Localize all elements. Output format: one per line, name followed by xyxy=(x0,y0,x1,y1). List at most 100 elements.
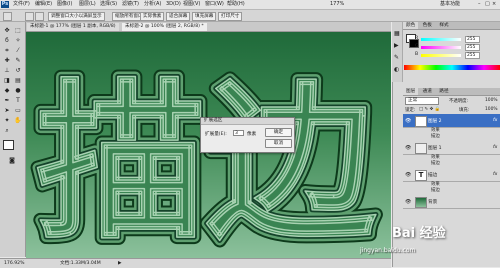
actual-pixels-button[interactable]: 实际像素 xyxy=(140,12,165,21)
menu-analysis[interactable]: 分析(A) xyxy=(144,1,161,8)
blur-tool-icon[interactable]: ◆ xyxy=(2,86,12,95)
g-value[interactable]: 255 xyxy=(465,44,480,51)
r-label: R xyxy=(415,36,419,41)
zoom-in-icon[interactable] xyxy=(25,12,34,21)
fx-badge[interactable]: fx xyxy=(493,172,497,177)
menu-window[interactable]: 窗口(W) xyxy=(205,1,224,8)
stroke-effect-row[interactable]: 描边 xyxy=(403,188,500,194)
dodge-tool-icon[interactable]: ● xyxy=(13,86,23,95)
opacity-value[interactable]: 100% xyxy=(485,98,498,103)
type-layer-thumbnail-icon: T xyxy=(415,170,427,181)
layer-thumbnail xyxy=(415,143,427,154)
panel-icon-strip: ▦ ▶ ✎ ◐ xyxy=(392,22,403,82)
workspace-switcher[interactable]: 基本功能 xyxy=(440,1,460,8)
close-icon[interactable]: × xyxy=(492,1,496,8)
g-slider[interactable] xyxy=(421,46,461,49)
magic-wand-icon[interactable]: ✧ xyxy=(13,36,23,45)
eye-icon[interactable]: 👁 xyxy=(405,145,411,151)
cancel-button[interactable]: 取消 xyxy=(265,139,292,148)
layer-row[interactable]: 👁 图层 2 fx xyxy=(403,114,500,128)
menu-select[interactable]: 选择(S) xyxy=(100,1,117,8)
color-spectrum[interactable] xyxy=(404,65,500,70)
zoom-tool-icon[interactable] xyxy=(3,12,12,21)
menu-help[interactable]: 帮助(H) xyxy=(227,1,245,8)
color-panel-header: 颜色 色板 样式 xyxy=(403,22,500,30)
restore-icon[interactable]: □ xyxy=(485,1,490,8)
tab-paths[interactable]: 路径 xyxy=(436,88,451,95)
expand-amount-label: 扩展量(E): xyxy=(205,132,227,137)
quick-mask-icon[interactable]: ◙ xyxy=(7,156,17,165)
zoom-out-icon[interactable] xyxy=(35,12,44,21)
pen-tool-icon[interactable]: ✒ xyxy=(2,96,12,105)
stroke-effect-label: 描边 xyxy=(431,134,440,139)
resize-windows-checkbox[interactable]: 调整窗口大小以满屏显示 xyxy=(48,12,105,21)
menu-3d[interactable]: 3D(D) xyxy=(166,1,181,8)
fill-screen-button[interactable]: 填充屏幕 xyxy=(192,12,217,21)
minimize-icon[interactable]: – xyxy=(478,1,481,8)
tab-document-1[interactable]: 未标题-1 @ 177% (图层 1 副本, RGB/8) xyxy=(27,23,119,31)
opacity-label: 不透明度: xyxy=(449,99,469,104)
lock-icons[interactable]: □ ✎ ✥ 🔒 xyxy=(419,107,440,112)
eyedropper-icon[interactable]: ⁄ xyxy=(13,46,23,55)
eraser-tool-icon[interactable]: ◨ xyxy=(2,76,12,85)
foreground-color-swatch[interactable] xyxy=(3,140,14,150)
move-tool-icon[interactable]: ✥ xyxy=(2,26,12,35)
b-slider[interactable] xyxy=(421,54,461,57)
layer-row[interactable]: 👁 图层 1 fx xyxy=(403,141,500,155)
eye-icon[interactable]: 👁 xyxy=(405,118,411,124)
hand-tool-icon[interactable]: ✋ xyxy=(13,116,23,125)
path-selection-icon[interactable]: ➤ xyxy=(2,106,12,115)
gradient-tool-icon[interactable]: ▤ xyxy=(13,76,23,85)
tab-color[interactable]: 颜色 xyxy=(403,22,419,29)
eye-icon[interactable]: 👁 xyxy=(405,172,411,178)
lock-label: 锁定: xyxy=(405,108,416,113)
zoom-tool-icon-sidebar[interactable]: ⌕ xyxy=(2,126,12,135)
marquee-tool-icon[interactable]: ⬚ xyxy=(13,26,23,35)
tab-layers[interactable]: 图层 xyxy=(403,88,419,95)
adjustments-panel-icon[interactable]: ◐ xyxy=(394,66,399,73)
layer-row[interactable]: 👁 T 描边 fx xyxy=(403,168,500,182)
3d-tool-icon[interactable]: ✦ xyxy=(2,116,12,125)
stroke-effect-row[interactable]: 描边 xyxy=(403,161,500,167)
b-value[interactable]: 255 xyxy=(465,52,480,59)
menu-view[interactable]: 视图(V) xyxy=(183,1,200,8)
shape-tool-icon[interactable]: ▭ xyxy=(13,106,23,115)
eye-icon[interactable]: 👁 xyxy=(405,199,411,205)
zoom-level[interactable]: 177% xyxy=(330,1,344,8)
type-tool-icon[interactable]: T xyxy=(13,96,23,105)
clone-stamp-icon[interactable]: ⊥ xyxy=(2,66,12,75)
actions-panel-icon[interactable]: ▶ xyxy=(394,42,399,49)
r-value[interactable]: 255 xyxy=(465,36,480,43)
history-brush-icon[interactable]: ↺ xyxy=(13,66,23,75)
healing-brush-icon[interactable]: ✚ xyxy=(2,56,12,65)
g-label: G xyxy=(415,44,419,49)
fit-screen-button[interactable]: 适合屏幕 xyxy=(166,12,191,21)
layer-row[interactable]: 👁 背景 xyxy=(403,195,500,209)
menu-filter[interactable]: 滤镜(T) xyxy=(122,1,139,8)
stroke-effect-row[interactable]: 描边 xyxy=(403,134,500,140)
brush-panel-icon[interactable]: ✎ xyxy=(394,54,399,61)
tab-swatches[interactable]: 色板 xyxy=(420,22,435,29)
brush-tool-icon[interactable]: ✎ xyxy=(13,56,23,65)
menu-layer[interactable]: 图层(L) xyxy=(79,1,96,8)
fill-value[interactable]: 100% xyxy=(485,107,498,112)
tab-styles[interactable]: 样式 xyxy=(436,22,451,29)
layer-name: 背景 xyxy=(428,200,438,205)
tab-channels[interactable]: 通道 xyxy=(420,88,435,95)
tab-document-2[interactable]: 未标题-2 @ 100% (图层 2, RGB/8) * xyxy=(122,23,207,31)
r-slider[interactable] xyxy=(421,38,461,41)
expand-amount-input[interactable]: 3 xyxy=(233,130,244,136)
lasso-tool-icon[interactable]: ϭ xyxy=(2,36,12,45)
history-panel-icon[interactable]: ▦ xyxy=(394,30,400,37)
fx-badge[interactable]: fx xyxy=(493,145,497,150)
layer-name: 图层 1 xyxy=(428,146,442,151)
menu-edit[interactable]: 编辑(E) xyxy=(35,1,52,8)
menu-image[interactable]: 图像(I) xyxy=(57,1,72,8)
blend-mode-select[interactable]: 正常 xyxy=(405,97,439,105)
print-size-button[interactable]: 打印尺寸 xyxy=(218,12,243,21)
menu-file[interactable]: 文件(F) xyxy=(13,1,30,8)
fx-badge[interactable]: fx xyxy=(493,118,497,123)
crop-tool-icon[interactable]: ⌗ xyxy=(2,46,12,55)
ok-button[interactable]: 确定 xyxy=(265,128,292,137)
layer-name: 图层 2 xyxy=(428,119,442,124)
